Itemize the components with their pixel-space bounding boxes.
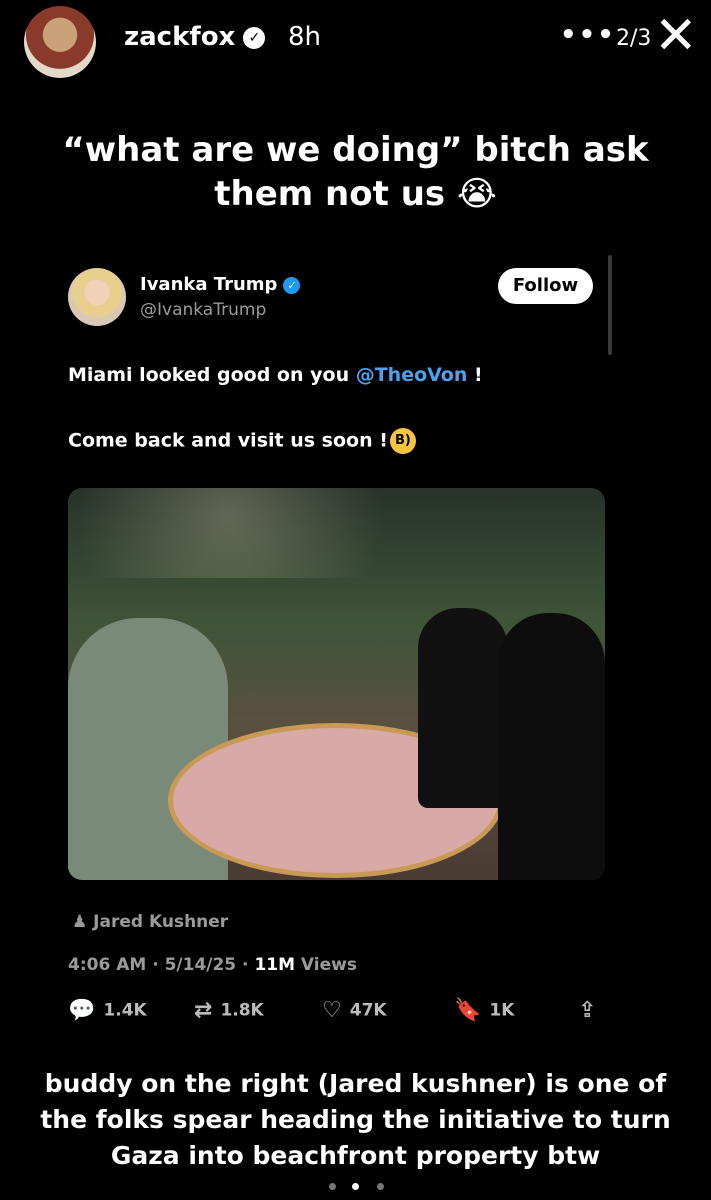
photo-tag[interactable]: ♟ Jared Kushner <box>72 912 228 932</box>
tweet-text-line2-text: Come back and visit us soon ! <box>68 429 388 452</box>
story-caption-top: “what are we doing” bitch ask them not u… <box>62 130 649 214</box>
tweet-author-avatar[interactable] <box>68 268 126 326</box>
tweet-text-line1: Miami looked good on you @TheoVon ! <box>68 364 483 386</box>
tweet-text-prefix: Miami looked good on you <box>68 364 356 386</box>
story-progress-dots <box>326 1183 386 1193</box>
story-dot <box>377 1183 384 1190</box>
user-avatar[interactable] <box>24 6 96 78</box>
person-tag-icon: ♟ <box>72 912 88 932</box>
views-count: 11M <box>254 955 296 975</box>
story-dot-active <box>352 1183 359 1190</box>
tweet-author-name[interactable]: Ivanka Trump ✓ <box>140 274 301 295</box>
repost-count: 1.8K <box>220 1000 264 1021</box>
close-icon[interactable]: ✕ <box>654 10 698 62</box>
reply-count: 1.4K <box>103 1000 147 1021</box>
photo-person-right <box>498 613 605 880</box>
bookmark-count: 1K <box>489 1000 515 1021</box>
reply-icon: 💬 <box>68 998 96 1023</box>
share-button[interactable]: ⇪ <box>578 998 604 1023</box>
photo-person-middle <box>418 608 508 808</box>
tweet-verified-icon: ✓ <box>283 276 301 294</box>
username-text[interactable]: zackfox <box>124 22 235 52</box>
repost-icon: ⇄ <box>194 998 213 1023</box>
heart-icon: ♡ <box>322 998 342 1023</box>
sunglasses-emoji-icon: B) <box>389 428 416 454</box>
share-icon: ⇪ <box>578 998 597 1023</box>
tweet-author-name-text[interactable]: Ivanka Trump <box>140 274 277 295</box>
tweet-meta: 4:06 AM · 5/14/25 · 11M Views <box>68 955 357 975</box>
bookmark-button[interactable]: 🔖 1K <box>454 998 514 1023</box>
tweet-text-suffix: ! <box>467 364 483 386</box>
story-dot <box>329 1183 336 1190</box>
repost-button[interactable]: ⇄ 1.8K <box>194 998 264 1023</box>
more-options-icon[interactable]: ••• <box>560 20 616 50</box>
username[interactable]: zackfox ✓ <box>124 22 266 52</box>
tweet-photo[interactable] <box>68 488 605 880</box>
reply-button[interactable]: 💬 1.4K <box>68 998 147 1023</box>
verified-badge-icon: ✓ <box>243 26 266 49</box>
photo-tag-name[interactable]: Jared Kushner <box>93 912 228 932</box>
story-pager: 2/3 <box>616 26 652 51</box>
post-age: 8h <box>288 22 322 52</box>
bookmark-icon: 🔖 <box>454 998 482 1023</box>
mention-link[interactable]: @TheoVon <box>356 364 468 386</box>
tweet-actions: 💬 1.4K ⇄ 1.8K ♡ 47K 🔖 1K ⇪ <box>68 998 608 1028</box>
like-button[interactable]: ♡ 47K <box>322 998 387 1023</box>
tweet-author-handle[interactable]: @IvankaTrump <box>140 300 266 320</box>
photo-lights <box>68 488 605 578</box>
views-label: Views <box>295 955 357 975</box>
tweet-timestamp[interactable]: 4:06 AM · 5/14/25 · <box>68 955 254 975</box>
tweet-text-line2: Come back and visit us soon ! B) <box>68 428 416 454</box>
story-caption-bottom: buddy on the right (Jared kushner) is on… <box>40 1069 671 1170</box>
scrollbar[interactable] <box>608 255 612 355</box>
follow-button[interactable]: Follow <box>498 268 593 304</box>
like-count: 47K <box>349 1000 387 1021</box>
